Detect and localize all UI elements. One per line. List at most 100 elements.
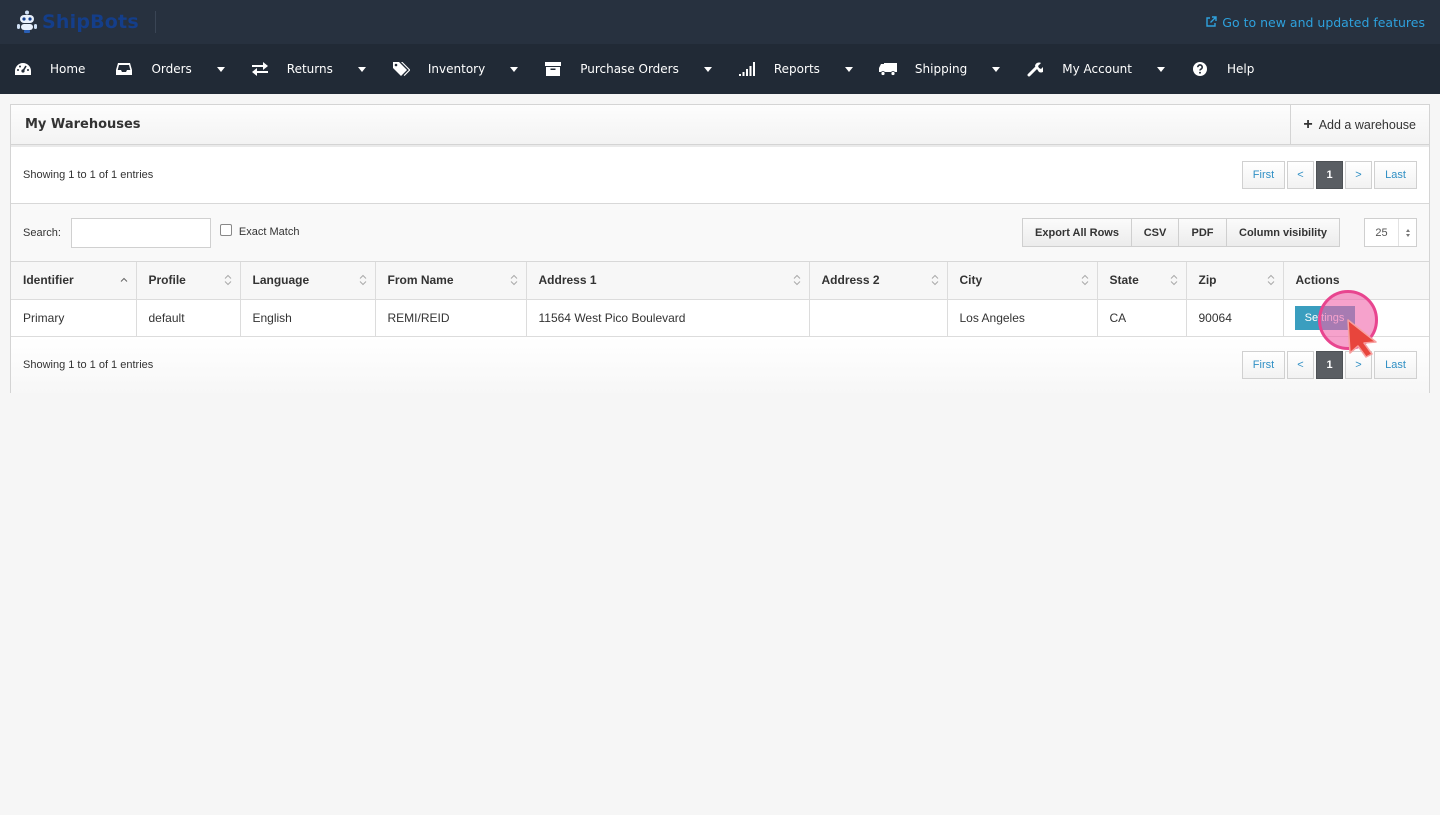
add-warehouse-label: Add a warehouse	[1318, 117, 1416, 132]
truck-icon	[878, 61, 897, 77]
pager-last-button[interactable]: Last	[1374, 350, 1417, 379]
exchange-icon	[251, 61, 269, 77]
nav-my-account-label: My Account	[1062, 62, 1132, 76]
main-nav: Home Orders Returns Inventory Purchase O…	[0, 44, 1440, 94]
chevron-down-icon[interactable]	[216, 66, 225, 72]
pager-prev-button[interactable]: <	[1287, 161, 1314, 189]
col-language[interactable]: Language	[240, 262, 376, 300]
search-label: Search:	[23, 226, 61, 239]
entries-info-bottom: Showing 1 to 1 of 1 entries	[23, 358, 154, 371]
brand-logo[interactable]: ShipBots	[16, 0, 156, 44]
pager-prev-button[interactable]: <	[1287, 350, 1314, 379]
cell-actions: Settings	[1283, 299, 1429, 337]
col-city[interactable]: City	[947, 262, 1098, 300]
cell-language: English	[240, 299, 376, 337]
pager-next-button[interactable]: >	[1345, 350, 1372, 379]
cell-from-name: REMI/REID	[375, 299, 527, 337]
col-zip[interactable]: Zip	[1186, 262, 1284, 300]
pager-first-button[interactable]: First	[1242, 350, 1285, 379]
csv-button[interactable]: CSV	[1132, 218, 1179, 247]
chevron-down-icon[interactable]	[703, 66, 712, 72]
settings-button[interactable]: Settings	[1294, 305, 1355, 330]
nav-inventory-label: Inventory	[427, 62, 486, 76]
chevron-down-icon[interactable]	[510, 66, 519, 72]
logo-divider	[154, 11, 156, 33]
col-from-name-label: From Name	[387, 273, 454, 288]
export-all-rows-button[interactable]: Export All Rows	[1022, 218, 1132, 247]
cell-zip: 90064	[1186, 299, 1284, 337]
cell-profile: default	[136, 299, 241, 337]
chevron-down-icon[interactable]	[992, 66, 1001, 72]
sort-both-icon	[359, 275, 366, 286]
col-state[interactable]: State	[1097, 262, 1187, 300]
page-length-select[interactable]: 25	[1364, 218, 1417, 247]
col-profile[interactable]: Profile	[136, 262, 241, 300]
sort-both-icon	[1267, 275, 1274, 286]
wrench-icon	[1026, 61, 1044, 77]
warehouses-table: Identifier Profile Language From Name Ad…	[11, 262, 1429, 337]
col-actions-label: Actions	[1295, 273, 1340, 288]
tags-icon	[392, 61, 410, 77]
nav-purchase-orders[interactable]: Purchase Orders	[544, 44, 738, 94]
chevron-down-icon[interactable]	[1157, 66, 1165, 72]
sort-both-icon	[793, 275, 800, 286]
add-warehouse-button[interactable]: + Add a warehouse	[1290, 105, 1429, 144]
sort-both-icon	[931, 275, 938, 286]
chevron-down-icon[interactable]	[357, 66, 366, 72]
exact-match-label: Exact Match	[238, 225, 300, 238]
nav-my-account[interactable]: My Account	[1026, 44, 1191, 94]
pager-last-button[interactable]: Last	[1374, 161, 1417, 189]
col-address1[interactable]: Address 1	[526, 262, 810, 300]
nav-orders[interactable]: Orders	[115, 44, 250, 94]
top-info-row: Showing 1 to 1 of 1 entries First < 1 > …	[11, 147, 1429, 204]
table-tools-row: Search: Exact Match Export All Rows CSV …	[11, 204, 1429, 262]
robot-logo-icon	[16, 10, 38, 34]
nav-returns[interactable]: Returns	[251, 44, 392, 94]
nav-help[interactable]: Help	[1191, 44, 1254, 94]
exact-match-checkbox[interactable]	[219, 224, 232, 236]
cell-city: Los Angeles	[947, 299, 1098, 337]
col-city-label: City	[959, 273, 983, 288]
col-from-name[interactable]: From Name	[375, 262, 527, 300]
nav-help-label: Help	[1227, 62, 1255, 76]
question-circle-icon	[1191, 61, 1209, 77]
col-identifier-label: Identifier	[23, 273, 74, 288]
export-button-group: Export All Rows CSV PDF Column visibilit…	[1022, 218, 1340, 247]
cell-identifier: Primary	[11, 299, 137, 337]
page-length-value: 25	[1375, 226, 1388, 239]
warehouses-panel: My Warehouses + Add a warehouse Showing …	[10, 104, 1430, 393]
col-address2-label: Address 2	[821, 273, 880, 288]
col-zip-label: Zip	[1198, 273, 1217, 288]
col-state-label: State	[1109, 273, 1139, 288]
bottom-info-row: Showing 1 to 1 of 1 entries First < 1 > …	[11, 336, 1429, 393]
cell-address2	[809, 299, 948, 337]
col-identifier[interactable]: Identifier	[11, 262, 137, 300]
signal-icon	[738, 61, 756, 77]
pager-current-page[interactable]: 1	[1316, 350, 1343, 379]
sort-asc-icon	[120, 278, 127, 283]
col-address1-label: Address 1	[538, 273, 597, 288]
nav-shipping[interactable]: Shipping	[878, 44, 1026, 94]
column-visibility-button[interactable]: Column visibility	[1227, 218, 1340, 247]
chevron-down-icon[interactable]	[844, 66, 853, 72]
nav-shipping-label: Shipping	[914, 62, 968, 76]
pager-next-button[interactable]: >	[1345, 161, 1372, 189]
exact-match-toggle[interactable]: Exact Match	[219, 224, 300, 238]
search-input[interactable]	[70, 217, 211, 248]
nav-reports[interactable]: Reports	[738, 44, 879, 94]
sort-both-icon	[1081, 275, 1088, 286]
entries-info-top: Showing 1 to 1 of 1 entries	[23, 169, 154, 181]
brand-name: ShipBots	[42, 11, 139, 33]
table-header-row: Identifier Profile Language From Name Ad…	[11, 262, 1429, 300]
nav-purchase-orders-label: Purchase Orders	[580, 62, 679, 76]
col-address2[interactable]: Address 2	[809, 262, 948, 300]
plus-icon: +	[1303, 115, 1313, 133]
nav-inventory[interactable]: Inventory	[392, 44, 544, 94]
pager-current-page[interactable]: 1	[1316, 161, 1343, 189]
pager-first-button[interactable]: First	[1242, 161, 1285, 189]
new-features-link[interactable]: Go to new and updated features	[1205, 15, 1425, 30]
nav-home[interactable]: Home	[14, 44, 85, 94]
col-language-label: Language	[252, 273, 310, 288]
pdf-button[interactable]: PDF	[1179, 218, 1227, 247]
inbox-icon	[115, 61, 133, 77]
